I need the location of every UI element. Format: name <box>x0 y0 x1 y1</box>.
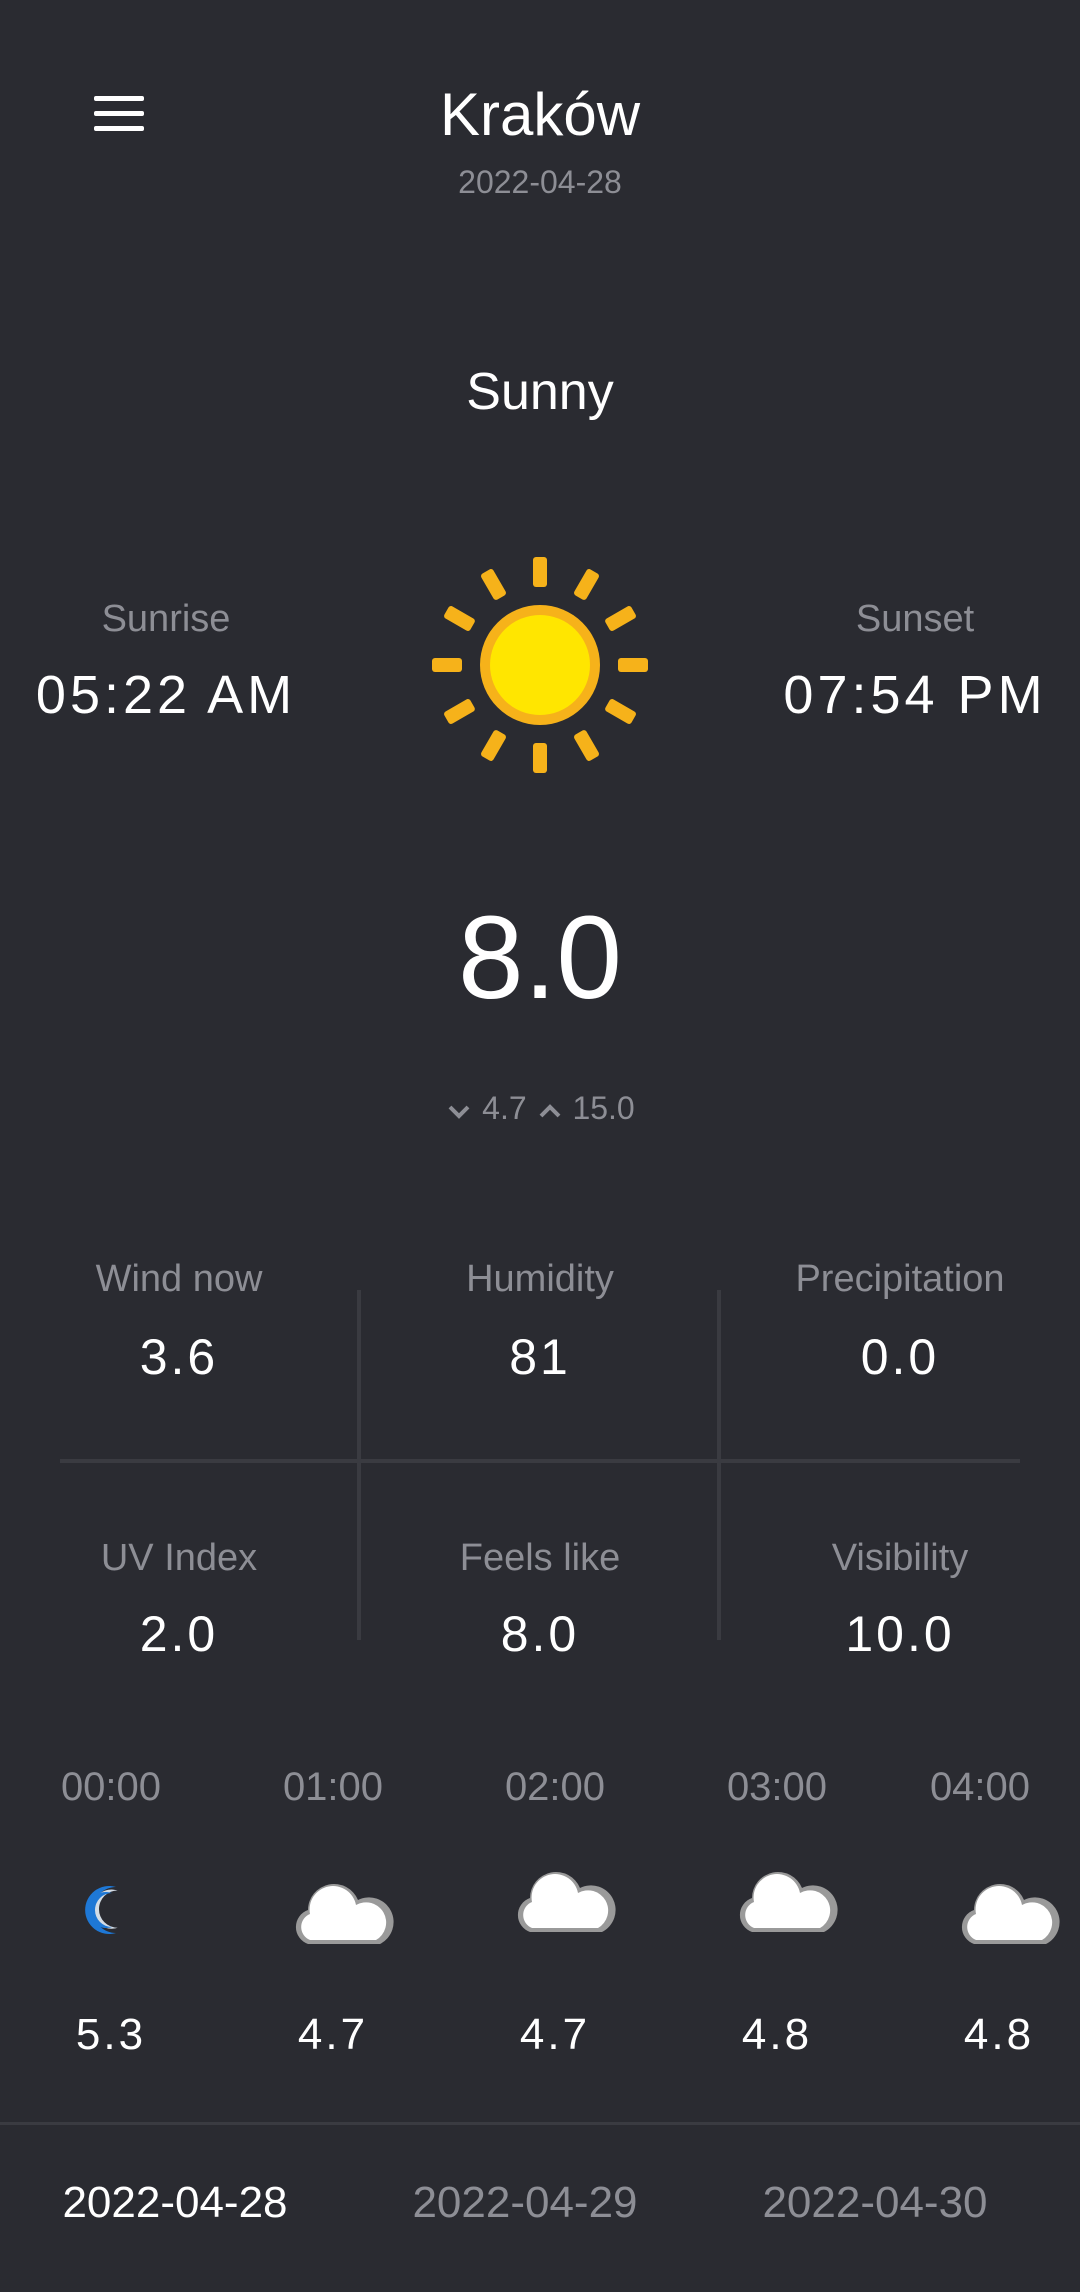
stat-label-humidity: Humidity <box>466 1258 614 1300</box>
hour-temperature: 4.8 <box>963 2010 1035 2059</box>
max-temperature: 15.0 <box>572 1090 635 1126</box>
current-temperature: 8.0 <box>457 892 623 1024</box>
grid-divider-horizontal <box>60 1459 1020 1463</box>
stat-value-feels-like: 8.0 <box>500 1606 580 1662</box>
stat-value-precipitation: 0.0 <box>860 1329 940 1385</box>
stat-label-feels-like: Feels like <box>459 1537 621 1579</box>
hour-temperature: 5.3 <box>75 2010 147 2059</box>
stat-label-wind: Wind now <box>95 1258 263 1300</box>
moon-cloud-icon <box>278 1868 394 1944</box>
tab-day-2[interactable]: 2022-04-29 <box>355 2178 695 2228</box>
hour-time: 04:00 <box>929 1765 1031 1809</box>
weather-condition: Sunny <box>466 363 614 421</box>
chevron-down-icon <box>448 1105 470 1119</box>
moon-cloud-icon <box>722 1856 838 1932</box>
hour-time: 02:00 <box>504 1765 606 1809</box>
city-title: Kraków <box>439 81 641 148</box>
stat-value-humidity: 81 <box>509 1329 571 1385</box>
hour-time: 03:00 <box>726 1765 828 1809</box>
moon-cloud-icon <box>500 1856 616 1932</box>
stat-label-uv: UV Index <box>100 1537 258 1579</box>
temperature-range: 4.7 15.0 <box>0 1090 1080 1127</box>
header-date: 2022-04-28 <box>458 164 622 200</box>
hour-temperature: 4.7 <box>297 2010 369 2059</box>
tab-day-1[interactable]: 2022-04-28 <box>5 2178 345 2228</box>
sun-icon <box>432 557 648 773</box>
min-temperature: 4.7 <box>482 1090 527 1126</box>
grid-divider-vertical <box>357 1290 361 1640</box>
stat-label-precipitation: Precipitation <box>795 1258 1005 1300</box>
hour-time: 00:00 <box>60 1765 162 1809</box>
moon-cloud-icon <box>944 1868 1060 1944</box>
stat-label-visibility: Visibility <box>831 1537 969 1579</box>
hour-temperature: 4.8 <box>741 2010 813 2059</box>
stat-value-wind: 3.6 <box>139 1329 219 1385</box>
hour-time: 01:00 <box>282 1765 384 1809</box>
sunrise-time: 05:22 AM <box>35 665 297 725</box>
grid-divider-vertical <box>717 1290 721 1640</box>
moon-icon <box>85 1886 118 1934</box>
tab-day-3[interactable]: 2022-04-30 <box>705 2178 1045 2228</box>
sunset-time: 07:54 PM <box>783 665 1047 725</box>
chevron-up-icon <box>539 1103 560 1117</box>
stat-value-visibility: 10.0 <box>845 1606 955 1662</box>
hour-temperature: 4.7 <box>519 2010 591 2059</box>
stat-value-uv: 2.0 <box>139 1606 219 1662</box>
sunrise-label: Sunrise <box>101 598 231 640</box>
sunset-label: Sunset <box>855 598 975 640</box>
